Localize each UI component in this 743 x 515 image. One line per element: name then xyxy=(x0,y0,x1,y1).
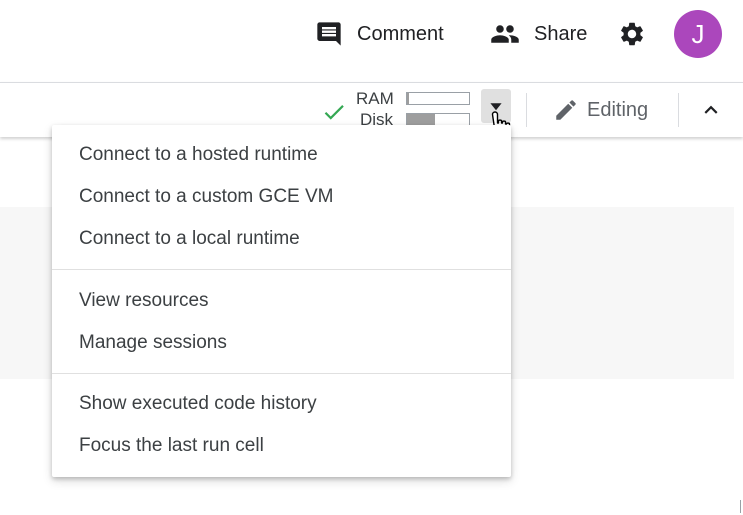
menu-item-label: Show executed code history xyxy=(79,393,317,414)
ram-usage-fill xyxy=(407,93,410,104)
menu-item-label: Connect to a hosted runtime xyxy=(79,144,318,165)
ram-label: RAM xyxy=(356,89,394,108)
menu-item-label: Connect to a custom GCE VM xyxy=(79,186,334,207)
menu-item-manage-sessions[interactable]: Manage sessions xyxy=(52,323,511,363)
collapse-header-button[interactable] xyxy=(696,95,726,125)
pencil-icon xyxy=(556,100,576,120)
editing-label: Editing xyxy=(587,98,649,121)
menu-item-label: Focus the last run cell xyxy=(79,435,264,456)
chevron-up-icon xyxy=(704,105,718,114)
avatar[interactable]: J xyxy=(674,10,722,58)
menu-item-show-executed-code-history[interactable]: Show executed code history xyxy=(52,384,511,424)
menu-divider xyxy=(52,373,511,374)
menu-item-connect-local-runtime[interactable]: Connect to a local runtime xyxy=(52,219,511,259)
scrollbar[interactable] xyxy=(740,500,741,513)
menu-item-label: Manage sessions xyxy=(79,332,227,353)
menu-item-label: Connect to a local runtime xyxy=(79,228,300,249)
menu-item-view-resources[interactable]: View resources xyxy=(52,281,511,321)
check-icon xyxy=(324,105,344,120)
share-button[interactable]: Share xyxy=(490,14,587,54)
menu-item-label: View resources xyxy=(79,290,209,311)
editing-mode-button[interactable]: Editing xyxy=(553,93,648,127)
menu-item-connect-custom-gce-vm[interactable]: Connect to a custom GCE VM xyxy=(52,177,511,217)
top-header: Comment Share J xyxy=(0,0,743,82)
comment-label: Comment xyxy=(357,22,444,45)
disk-usage-fill xyxy=(407,114,435,125)
menu-item-connect-hosted-runtime[interactable]: Connect to a hosted runtime xyxy=(52,135,511,175)
ram-usage-bar[interactable] xyxy=(406,92,470,105)
toolbar-divider xyxy=(678,93,679,127)
avatar-initial: J xyxy=(691,18,705,49)
runtime-dropdown-menu: Connect to a hosted runtime Connect to a… xyxy=(52,125,511,477)
people-icon xyxy=(491,25,519,43)
toolbar-divider xyxy=(526,93,527,127)
share-label: Share xyxy=(534,22,588,45)
menu-divider xyxy=(52,269,511,270)
comment-icon xyxy=(317,22,341,46)
comment-button[interactable]: Comment xyxy=(315,14,444,54)
gear-icon xyxy=(621,22,643,46)
menu-item-focus-last-run-cell[interactable]: Focus the last run cell xyxy=(52,426,511,466)
settings-button[interactable] xyxy=(616,16,648,52)
